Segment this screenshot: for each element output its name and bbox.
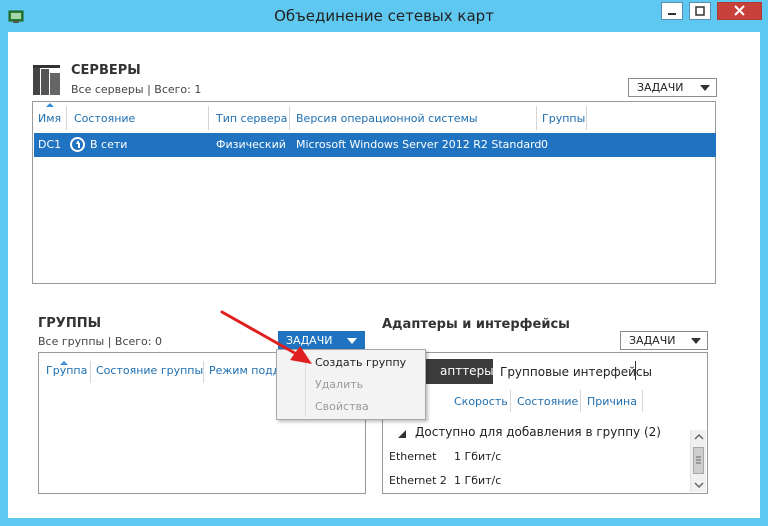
sort-ascending-icon — [46, 103, 54, 107]
server-groups: 0 — [541, 138, 548, 151]
maximize-button[interactable] — [689, 2, 711, 20]
adapters-heading: Адаптеры и интерфейсы — [382, 317, 570, 332]
adapter-speed: 1 Гбит/с — [454, 474, 502, 487]
chevron-down-icon — [691, 338, 701, 344]
adapters-tasks-button[interactable]: ЗАДАЧИ — [620, 331, 708, 350]
minimize-button[interactable] — [661, 2, 683, 20]
window-title: Объединение сетевых карт — [274, 7, 494, 25]
column-header-groups[interactable]: Группы — [542, 112, 585, 125]
collapse-triangle-icon[interactable] — [397, 429, 407, 439]
column-separator[interactable] — [203, 361, 204, 383]
column-separator[interactable] — [642, 390, 643, 412]
groups-heading: ГРУППЫ — [38, 316, 102, 331]
column-header-reason[interactable]: Причина — [587, 395, 637, 408]
column-header-group-status[interactable]: Состояние группы — [96, 364, 203, 377]
scrollbar-thumb[interactable] — [693, 447, 704, 474]
close-button[interactable] — [717, 2, 762, 20]
column-header-server-type[interactable]: Тип сервера — [216, 112, 287, 125]
client-area: СЕРВЕРЫ Все серверы | Всего: 1 ЗАДАЧИ Им… — [8, 32, 760, 518]
column-header-state[interactable]: Состояние — [517, 395, 578, 408]
chevron-down-icon — [700, 85, 710, 91]
scroll-down-icon[interactable] — [694, 481, 704, 489]
app-window: Объединение сетевых карт СЕРВЕРЫ Все сер… — [0, 0, 768, 526]
maximize-icon — [695, 6, 705, 16]
column-separator[interactable] — [536, 106, 537, 130]
server-name: DC1 — [38, 138, 62, 151]
tasks-label: ЗАДАЧИ — [629, 334, 676, 347]
adapter-name: Ethernet 2 — [389, 474, 447, 487]
column-header-group[interactable]: Группа — [46, 364, 87, 377]
vertical-scrollbar[interactable] — [690, 430, 706, 492]
close-icon — [734, 5, 745, 16]
servers-summary: Все серверы | Всего: 1 — [71, 83, 202, 96]
column-header-status[interactable]: Состояние — [74, 112, 135, 125]
window-bottom-border — [8, 518, 760, 526]
menu-item-delete[interactable]: Удалить — [315, 378, 363, 391]
table-row[interactable]: DC1 В сети Физический Microsoft Windows … — [34, 133, 716, 157]
column-separator[interactable] — [510, 390, 511, 412]
list-item[interactable]: Ethernet 1 Гбит/с — [383, 447, 689, 469]
tasks-label: ЗАДАЧИ — [637, 81, 684, 94]
adapters-panel: апттеры Групповые интерфейсы Скорость Со… — [382, 352, 708, 494]
column-separator[interactable] — [580, 390, 581, 412]
groups-summary: Все группы | Всего: 0 — [38, 335, 162, 348]
servers-tasks-button[interactable]: ЗАДАЧИ — [628, 78, 717, 97]
chevron-down-icon — [347, 338, 357, 344]
servers-table: Имя Состояние Тип сервера Версия операци… — [32, 101, 716, 284]
column-separator[interactable] — [66, 106, 67, 130]
adapter-speed: 1 Гбит/с — [454, 450, 502, 463]
column-header-speed[interactable]: Скорость — [454, 395, 508, 408]
server-type: Физический — [216, 138, 286, 151]
servers-heading: СЕРВЕРЫ — [71, 63, 141, 78]
red-arrow-annotation — [220, 310, 312, 364]
tab-team-interfaces[interactable]: Групповые интерфейсы — [500, 365, 652, 379]
menu-item-properties[interactable]: Свойства — [315, 400, 369, 413]
server-os: Microsoft Windows Server 2012 R2 Standar… — [296, 138, 542, 151]
column-separator[interactable] — [586, 106, 587, 130]
group-header-available[interactable]: Доступно для добавления в группу (2) — [415, 425, 661, 439]
online-status-icon — [70, 137, 85, 152]
minimize-icon — [668, 13, 676, 15]
column-header-name[interactable]: Имя — [38, 112, 61, 125]
server-status: В сети — [90, 138, 128, 151]
list-item[interactable]: Ethernet 2 1 Гбит/с — [383, 471, 689, 493]
column-header-os-version[interactable]: Версия операционной системы — [296, 112, 478, 125]
column-separator[interactable] — [289, 106, 290, 130]
adapter-name: Ethernet — [389, 450, 437, 463]
column-separator[interactable] — [208, 106, 209, 130]
grip-icon — [696, 456, 701, 464]
servers-icon — [33, 65, 60, 95]
column-separator[interactable] — [90, 361, 91, 383]
title-bar[interactable]: Объединение сетевых карт — [0, 0, 768, 32]
tab-label: апттеры — [440, 364, 494, 378]
text-cursor — [635, 361, 636, 380]
menu-item-create-group[interactable]: Создать группу — [315, 356, 406, 369]
scroll-up-icon[interactable] — [694, 433, 704, 441]
